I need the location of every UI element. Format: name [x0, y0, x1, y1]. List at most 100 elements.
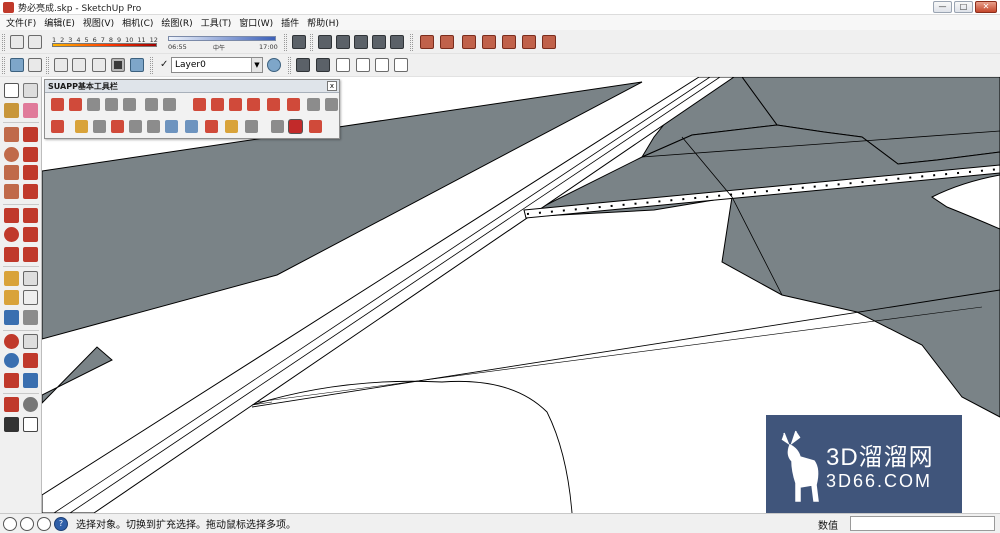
layer-dropdown[interactable]: Layer0 ▼ — [171, 57, 263, 73]
chevron-down-icon[interactable]: ▼ — [251, 58, 262, 72]
text-icon[interactable] — [23, 290, 38, 305]
section-display-icon[interactable] — [28, 58, 42, 72]
suapp-tool-icon[interactable] — [271, 120, 284, 133]
dimension-icon[interactable] — [23, 271, 38, 286]
menu-window[interactable]: 窗口(W) — [237, 16, 279, 29]
stamp-icon[interactable] — [482, 35, 496, 49]
suapp-tool-icon[interactable] — [111, 120, 124, 133]
menu-help[interactable]: 帮助(H) — [305, 16, 345, 29]
wireframe-icon[interactable] — [72, 58, 86, 72]
suapp-tool-icon[interactable] — [307, 98, 320, 111]
suapp-tool-icon[interactable] — [129, 120, 142, 133]
suapp-tool-icon[interactable] — [289, 120, 302, 133]
suapp-tool-icon[interactable] — [87, 98, 100, 111]
offset-icon[interactable] — [23, 247, 38, 262]
suapp-tool-icon[interactable] — [75, 120, 88, 133]
rectangle-icon[interactable] — [4, 127, 19, 142]
back-view-icon[interactable] — [390, 35, 404, 49]
lower-left-surface[interactable] — [42, 346, 113, 404]
walk-footprints-icon[interactable] — [4, 417, 19, 432]
suapp-tool-icon[interactable] — [51, 120, 64, 133]
component-icon[interactable] — [292, 35, 306, 49]
section-plane-icon[interactable] — [23, 417, 38, 432]
home-view-icon[interactable] — [375, 58, 389, 72]
polygon-icon[interactable] — [4, 165, 19, 180]
freehand-icon[interactable] — [23, 147, 38, 162]
house-outline-icon[interactable] — [356, 58, 370, 72]
hidden-line-icon[interactable] — [92, 58, 106, 72]
credits-icon[interactable] — [20, 516, 34, 531]
toolbar-grip[interactable] — [150, 57, 153, 74]
suapp-tool-icon[interactable] — [211, 98, 224, 111]
geolocation-icon[interactable] — [3, 516, 17, 531]
suapp-tool-icon[interactable] — [245, 120, 258, 133]
protractor-icon[interactable] — [4, 290, 19, 305]
make-component-icon[interactable] — [23, 83, 38, 98]
suapp-tool-icon[interactable] — [51, 98, 64, 111]
menu-plugins[interactable]: 插件 — [279, 16, 305, 29]
suapp-tool-icon[interactable] — [267, 98, 280, 111]
paint-bucket-icon[interactable] — [4, 103, 19, 118]
push-pull-icon[interactable] — [23, 208, 38, 223]
move-icon[interactable] — [4, 208, 19, 223]
user-account-icon[interactable] — [37, 516, 51, 531]
suapp-tool-icon[interactable] — [147, 120, 160, 133]
suapp-tool-icon[interactable] — [69, 98, 82, 111]
menu-tools[interactable]: 工具(T) — [199, 16, 238, 29]
suapp-tool-icon[interactable] — [123, 98, 136, 111]
minimize-button[interactable]: — — [933, 1, 952, 13]
measurements-input[interactable] — [850, 516, 995, 531]
sandbox-from-scratch-icon[interactable] — [440, 35, 454, 49]
suapp-tool-icon[interactable] — [325, 98, 338, 111]
toolbar-grip[interactable] — [410, 34, 413, 51]
menu-edit[interactable]: 编辑(E) — [42, 16, 81, 29]
section-plane-icon[interactable] — [10, 58, 24, 72]
pie-icon[interactable] — [4, 184, 19, 199]
suapp-logo-icon[interactable] — [309, 120, 322, 133]
look-around-eye-icon[interactable] — [23, 397, 38, 412]
xray-icon[interactable] — [54, 58, 68, 72]
warehouse-icon[interactable] — [296, 58, 310, 72]
circle-icon[interactable] — [4, 147, 19, 162]
toolbar-grip[interactable] — [2, 57, 5, 74]
suapp-tool-icon[interactable] — [229, 98, 242, 111]
menu-file[interactable]: 文件(F) — [4, 16, 42, 29]
shadows-toggle-icon[interactable] — [10, 35, 24, 49]
suapp-tool-icon[interactable] — [165, 120, 178, 133]
zoom-extents-icon[interactable] — [4, 373, 19, 388]
axes-icon[interactable] — [4, 310, 19, 325]
layer-manager-icon[interactable] — [267, 58, 281, 72]
front-view-icon[interactable] — [354, 35, 368, 49]
add-detail-icon[interactable] — [522, 35, 536, 49]
follow-me-icon[interactable] — [23, 227, 38, 242]
building-icon[interactable] — [394, 58, 408, 72]
time-slider[interactable] — [168, 36, 276, 41]
toolbar-grip[interactable] — [310, 34, 313, 51]
help-icon[interactable]: ? — [54, 516, 68, 531]
position-camera-icon[interactable] — [4, 397, 19, 412]
iso-view-icon[interactable] — [318, 35, 332, 49]
suapp-toolbar-panel[interactable]: SUAPP基本工具栏 x — [44, 79, 340, 139]
shaded-textures-icon[interactable] — [130, 58, 144, 72]
rotate-icon[interactable] — [4, 227, 19, 242]
flip-edge-icon[interactable] — [542, 35, 556, 49]
orbit-icon[interactable] — [4, 334, 19, 349]
menu-camera[interactable]: 相机(C) — [120, 16, 159, 29]
suapp-tool-icon[interactable] — [163, 98, 176, 111]
date-slider[interactable] — [52, 43, 157, 47]
toolbar-grip[interactable] — [288, 57, 291, 74]
suapp-tool-icon[interactable] — [193, 98, 206, 111]
smoove-icon[interactable] — [462, 35, 476, 49]
suapp-tool-icon[interactable] — [93, 120, 106, 133]
share-model-icon[interactable] — [316, 58, 330, 72]
close-icon[interactable]: x — [327, 81, 337, 91]
suapp-tool-icon[interactable] — [185, 120, 198, 133]
arc-icon[interactable] — [23, 165, 38, 180]
scale-icon[interactable] — [4, 247, 19, 262]
drape-icon[interactable] — [502, 35, 516, 49]
fog-icon[interactable] — [28, 35, 42, 49]
suapp-tool-icon[interactable] — [225, 120, 238, 133]
house-icon[interactable] — [336, 58, 350, 72]
maximize-button[interactable]: □ — [954, 1, 973, 13]
previous-view-icon[interactable] — [23, 373, 38, 388]
